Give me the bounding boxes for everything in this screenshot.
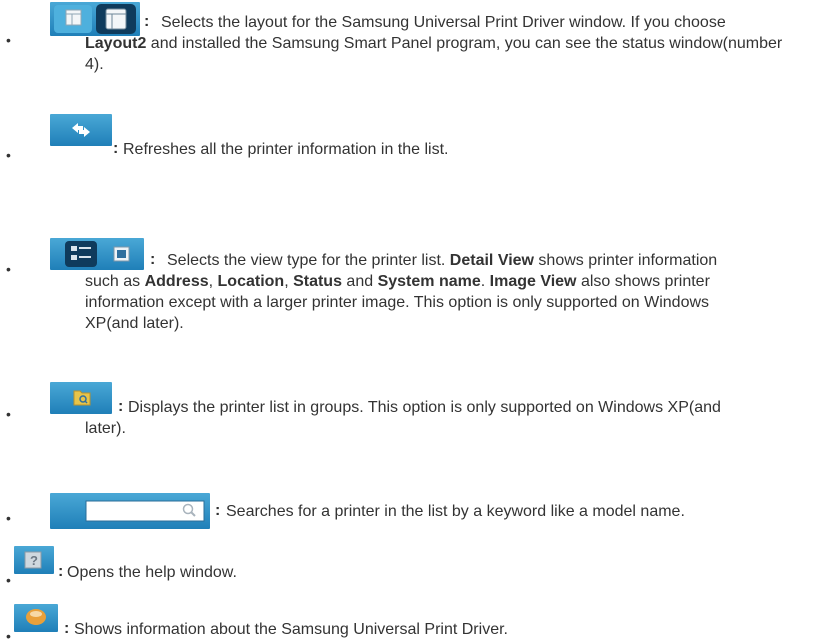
help-button[interactable]: ? bbox=[14, 546, 54, 574]
item-description: Selects the layout for the Samsung Unive… bbox=[85, 12, 785, 75]
info-button[interactable] bbox=[14, 604, 58, 632]
text-segment: , bbox=[284, 273, 294, 290]
bold-term: System name bbox=[377, 273, 481, 290]
search-bar[interactable] bbox=[50, 493, 210, 529]
colon: : bbox=[58, 563, 64, 580]
bold-term: Image View bbox=[489, 273, 577, 290]
colon: : bbox=[64, 620, 70, 637]
item-description: Displays the printer list in groups. Thi… bbox=[85, 397, 725, 439]
bold-term: Layout2 bbox=[85, 35, 147, 52]
info-icon[interactable] bbox=[26, 609, 46, 625]
bullet: • bbox=[6, 572, 11, 588]
text-segment: and installed the Samsung Smart Panel pr… bbox=[85, 35, 783, 73]
help-icon[interactable]: ? bbox=[24, 551, 42, 569]
bold-term: Address bbox=[144, 273, 209, 290]
text-segment: . bbox=[480, 273, 490, 290]
text-segment: Selects the view type for the printer li… bbox=[167, 252, 450, 269]
bullet: • bbox=[6, 32, 11, 48]
bullet: • bbox=[6, 147, 11, 163]
item-description: Opens the help window. bbox=[67, 562, 237, 583]
svg-text:?: ? bbox=[30, 553, 38, 568]
text-segment: Selects the layout for the Samsung Unive… bbox=[161, 14, 726, 31]
text-segment: Displays the printer list in groups. Thi… bbox=[85, 399, 721, 437]
text-segment: and bbox=[341, 273, 378, 290]
text-segment: Opens the help window. bbox=[67, 564, 237, 581]
bold-term: Status bbox=[293, 273, 342, 290]
text-segment: Searches for a printer in the list by a … bbox=[226, 503, 685, 520]
item-description: Refreshes all the printer information in… bbox=[123, 139, 448, 160]
text-segment: , bbox=[208, 273, 218, 290]
item-description: Selects the view type for the printer li… bbox=[85, 250, 750, 334]
colon: : bbox=[215, 502, 221, 519]
refresh-icon[interactable] bbox=[72, 123, 90, 137]
search-box-icon[interactable] bbox=[85, 500, 205, 522]
bold-term: Detail View bbox=[449, 252, 534, 269]
colon: : bbox=[113, 140, 119, 157]
item-description: Shows information about the Samsung Univ… bbox=[74, 619, 508, 640]
item-description: Searches for a printer in the list by a … bbox=[226, 501, 685, 522]
text-segment: Shows information about the Samsung Univ… bbox=[74, 621, 508, 638]
bullet: • bbox=[6, 261, 11, 277]
text-segment: Refreshes all the printer information in… bbox=[123, 141, 449, 158]
bullet: • bbox=[6, 628, 11, 644]
refresh-button[interactable] bbox=[50, 114, 112, 146]
bold-term: Location bbox=[217, 273, 285, 290]
bullet: • bbox=[6, 406, 11, 422]
bullet: • bbox=[6, 510, 11, 526]
